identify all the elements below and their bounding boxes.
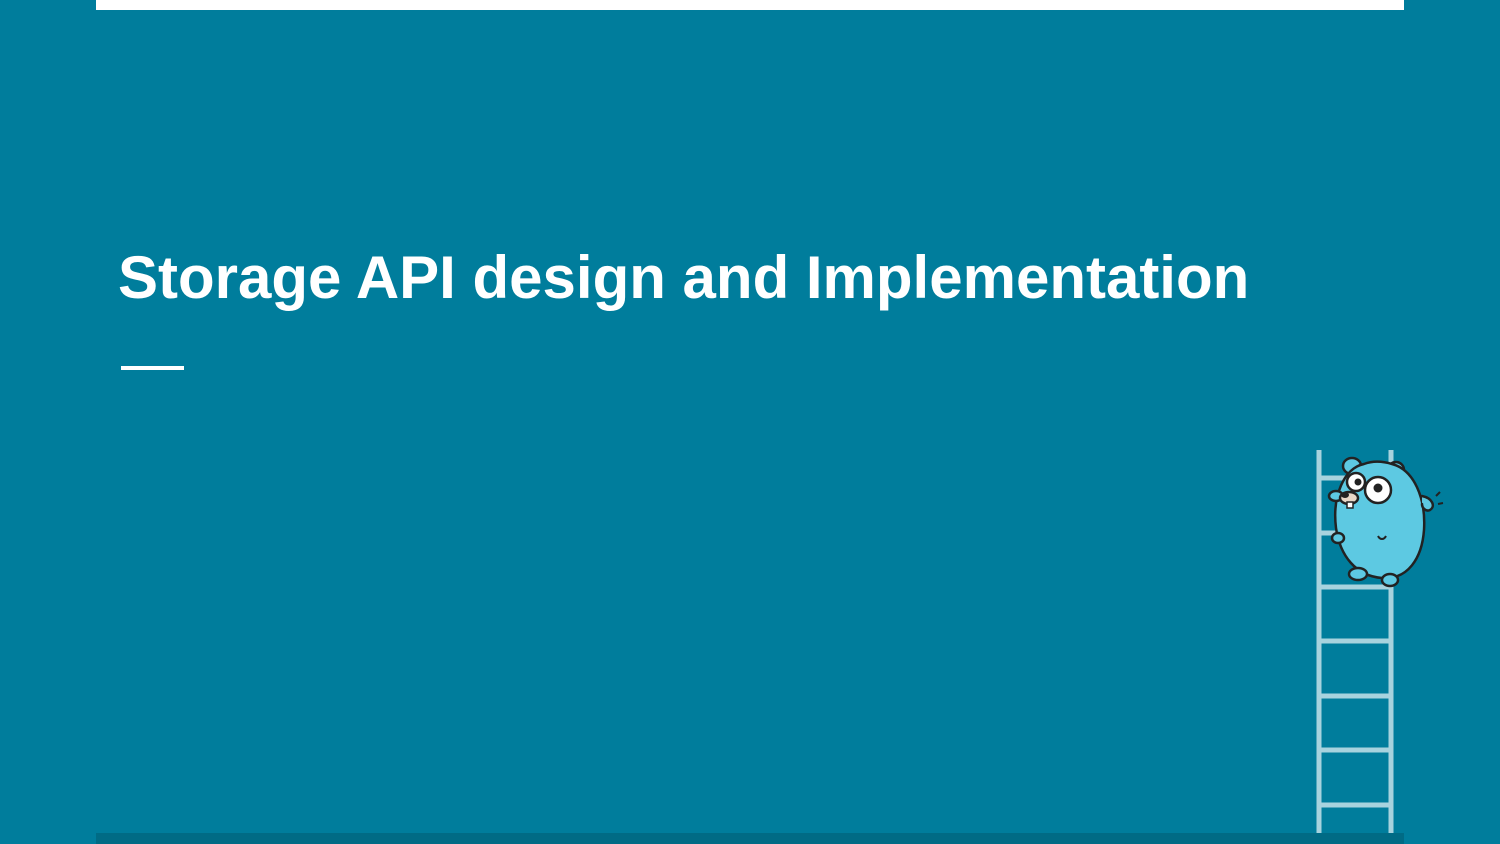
gopher-icon <box>1327 456 1444 588</box>
top-accent-bar <box>96 0 1404 10</box>
title-underline <box>121 366 184 370</box>
slide-title: Storage API design and Implementation <box>118 244 1250 311</box>
slide: Storage API design and Implementation <box>0 0 1500 844</box>
bottom-bar <box>96 833 1404 844</box>
